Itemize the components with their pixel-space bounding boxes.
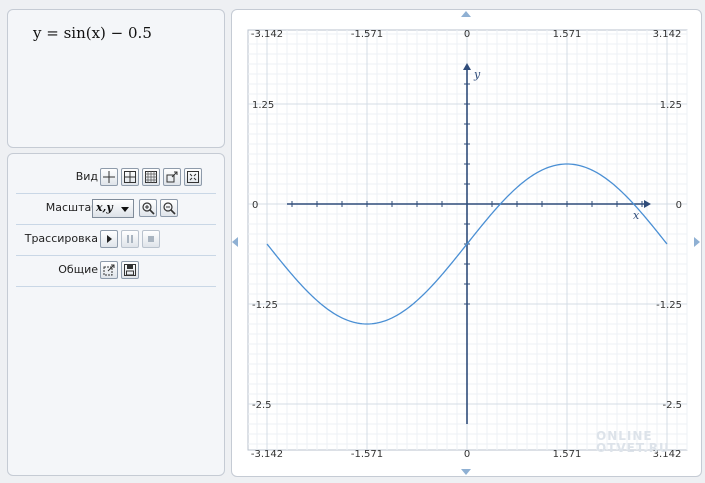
zoom-rect-icon <box>166 171 178 183</box>
fit-button[interactable] <box>184 168 202 186</box>
y-tick-label-left: -2.5 <box>252 400 272 411</box>
axes-button[interactable] <box>100 168 118 186</box>
controls-panel: Вид Масштаб x,y Трассировка Общие <box>7 153 225 476</box>
chevron-down-icon <box>121 207 129 212</box>
watermark-line-2: OTVET.RU <box>596 441 670 455</box>
scale-label: Масштаб <box>45 201 98 214</box>
zoom-out-icon <box>162 201 176 215</box>
x-tick-label-bottom: 1.571 <box>553 449 582 460</box>
y-tick-label-left: 0 <box>252 200 258 211</box>
frame-icon <box>124 171 136 183</box>
frame-button[interactable] <box>121 168 139 186</box>
y-tick-label-right: 0 <box>676 200 682 211</box>
y-tick-label-right: 1.25 <box>660 100 682 111</box>
play-button[interactable] <box>100 230 118 248</box>
save-icon <box>124 264 136 276</box>
x-tick-label-bottom: -3.142 <box>251 449 283 460</box>
save-button[interactable] <box>121 261 139 279</box>
trace-label: Трассировка <box>24 232 98 245</box>
formula-text: y = sin(x) − 0.5 <box>33 24 152 42</box>
x-tick-label-bottom: -1.571 <box>351 449 383 460</box>
grid-icon <box>145 171 157 183</box>
scale-select-value: x,y <box>96 201 113 214</box>
axes-icon <box>103 171 115 183</box>
scale-select[interactable]: x,y <box>92 199 134 218</box>
x-tick-label-top: 3.142 <box>653 29 682 40</box>
y-axis-label: y <box>473 68 481 81</box>
formula-panel: y = sin(x) − 0.5 <box>7 9 225 148</box>
general-row: Общие <box>16 256 216 287</box>
x-tick-label-top: -3.142 <box>251 29 283 40</box>
trace-row: Трассировка <box>16 225 216 256</box>
zoom-out-button[interactable] <box>160 199 178 217</box>
function-graph[interactable]: -3.142 -3.142 -1.571 -1.571 0 0 1.571 1.571 3.14… <box>232 10 703 478</box>
scale-row: Масштаб x,y <box>16 194 216 225</box>
y-tick-label-left: 1.25 <box>252 100 274 111</box>
x-axis-label: x <box>633 209 640 222</box>
x-tick-label-bottom: 0 <box>464 449 470 460</box>
pause-icon <box>127 235 133 243</box>
x-tick-label-top: 1.571 <box>553 29 582 40</box>
pause-button[interactable] <box>121 230 139 248</box>
zoom-rect-button[interactable] <box>163 168 181 186</box>
export-button[interactable] <box>100 261 118 279</box>
export-icon <box>103 264 115 276</box>
y-tick-label-right: -1.25 <box>656 300 682 311</box>
watermark: ONLINE OTVET.RU <box>596 430 670 454</box>
graph-panel[interactable]: -3.142 -3.142 -1.571 -1.571 0 0 1.571 1.571 3.14… <box>231 9 702 477</box>
zoom-in-icon <box>141 201 155 215</box>
fit-icon <box>187 171 199 183</box>
play-icon <box>107 235 112 243</box>
y-tick-label-right: -2.5 <box>662 400 682 411</box>
y-tick-label-left: -1.25 <box>252 300 278 311</box>
stop-icon <box>148 236 154 242</box>
general-label: Общие <box>58 263 98 276</box>
view-label: Вид <box>75 170 98 183</box>
zoom-in-button[interactable] <box>139 199 157 217</box>
x-tick-label-top: 0 <box>464 29 470 40</box>
stop-button[interactable] <box>142 230 160 248</box>
view-row: Вид <box>16 163 216 194</box>
grid-button[interactable] <box>142 168 160 186</box>
x-tick-label-top: -1.571 <box>351 29 383 40</box>
